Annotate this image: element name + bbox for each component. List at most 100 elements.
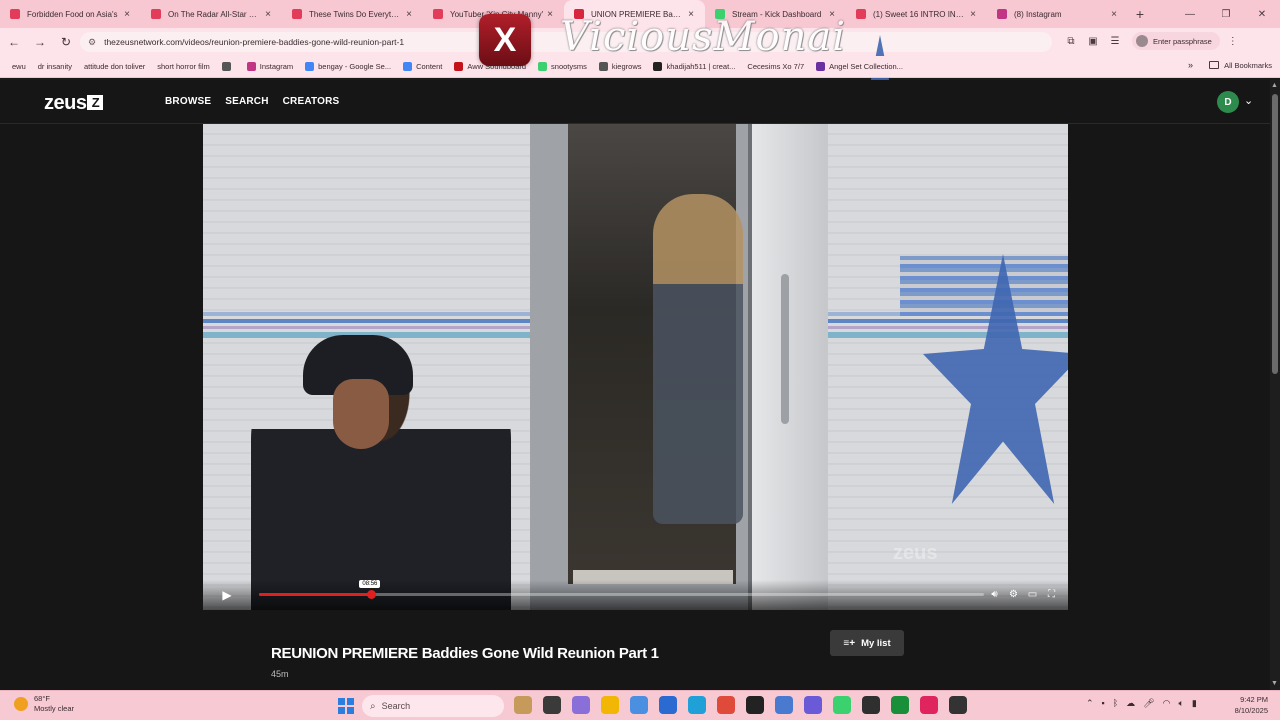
my-list-label: My list	[861, 637, 891, 649]
zeus-logo[interactable]: zeus Z	[44, 92, 104, 115]
taskbar-app-icon[interactable]	[833, 696, 851, 714]
bookmark-favicon-icon	[598, 62, 608, 71]
browser-tab[interactable]: On The Radar All-Star Cypher×	[141, 0, 282, 28]
bluetooth-icon[interactable]: ᛒ	[1113, 698, 1118, 709]
taskbar-app-icon[interactable]	[688, 696, 706, 714]
speaker-icon[interactable]: 🔈︎	[1178, 698, 1183, 709]
taskbar-app-icon[interactable]	[659, 696, 677, 714]
minimize-icon[interactable]: —	[1172, 0, 1208, 28]
taskbar-app-icon[interactable]	[572, 696, 590, 714]
bookmark-item[interactable]: Cecesims Xo 7/7	[741, 62, 810, 71]
taskbar-app-icon[interactable]	[514, 696, 532, 714]
bookmark-item[interactable]: dr insanity	[32, 62, 78, 71]
page-scrollbar[interactable]: ▲ ▼	[1270, 80, 1280, 690]
scroll-down-icon[interactable]: ▼	[1271, 680, 1278, 687]
scroll-thumb[interactable]	[1272, 94, 1278, 374]
taskbar-search[interactable]: ⌕ Search	[362, 695, 504, 717]
taskbar-clock[interactable]: 9:42 PM 8/10/2025	[1222, 694, 1268, 716]
bookmark-item[interactable]: bengay - Google Se...	[299, 62, 397, 71]
taskbar-app-icon[interactable]	[630, 696, 648, 714]
video-player[interactable]: zeus	[203, 124, 1068, 610]
bookmark-favicon-icon	[653, 62, 663, 71]
site-info-icon[interactable]: ⚙	[88, 37, 96, 48]
browser-tab[interactable]: Forbidden Food on Asia's ×	[0, 0, 141, 28]
bookmark-item[interactable]: attitude don toliver	[78, 62, 151, 71]
bookmark-item[interactable]: Content	[397, 62, 448, 71]
settings-icon[interactable]: ⚙	[1007, 586, 1020, 602]
weather-widget[interactable]: 68°F Mostly clear	[14, 694, 74, 714]
tab-favicon-icon	[151, 9, 161, 19]
bookmark-item[interactable]	[216, 62, 241, 71]
scroll-up-icon[interactable]: ▲	[1271, 82, 1278, 89]
tab-close-icon[interactable]: ×	[121, 9, 133, 20]
browser-tab[interactable]: (8) Instagram ×	[987, 0, 1128, 28]
taskbar-app-icon[interactable]	[746, 696, 764, 714]
bookmark-item[interactable]: ewu	[6, 62, 32, 71]
tab-close-icon[interactable]: ×	[544, 9, 556, 20]
progress-bar[interactable]: 08:56	[259, 580, 984, 599]
bookmark-favicon-icon	[246, 62, 256, 71]
taskbar-app-icon[interactable]	[601, 696, 619, 714]
browser-tab[interactable]: These Twins Do Everything ×	[282, 0, 423, 28]
bookmark-label: snootysms	[551, 62, 587, 71]
nvidia-icon[interactable]: ▪	[1102, 698, 1105, 709]
bookmark-item[interactable]: khadijah511 | creat...	[647, 62, 741, 71]
url-text: thezeusnetwork.com/videos/reunion-premie…	[104, 37, 405, 47]
tab-close-icon[interactable]: ×	[967, 9, 979, 20]
browser-tab[interactable]: (1) Sweet 16 INTRO INVITE ×	[846, 0, 987, 28]
avatar[interactable]: D	[1217, 91, 1239, 113]
fullscreen-icon[interactable]: ⛶	[1045, 586, 1058, 602]
close-window-icon[interactable]: ✕	[1244, 0, 1280, 28]
bookmark-item[interactable]: kiegrows	[593, 62, 648, 71]
time-tooltip: 08:56	[359, 580, 381, 588]
taskbar-app-icon[interactable]	[804, 696, 822, 714]
chevron-down-icon[interactable]: ⌄	[1244, 94, 1253, 107]
bookmark-item[interactable]: Angel Set Collection...	[810, 62, 909, 71]
progress-knob[interactable]	[367, 590, 377, 599]
taskbar-app-icon[interactable]	[543, 696, 561, 714]
forward-icon[interactable]: →	[28, 30, 52, 54]
cloud-icon[interactable]: ☁	[1126, 698, 1135, 709]
tab-favicon-icon	[292, 9, 302, 19]
taskbar-app-icon[interactable]	[775, 696, 793, 714]
reading-list-icon[interactable]: ☰	[1106, 32, 1124, 50]
restore-icon[interactable]: ❐	[1208, 0, 1244, 28]
back-icon[interactable]: ←	[2, 30, 26, 54]
tab-close-icon[interactable]: ×	[262, 9, 274, 20]
bookmark-item[interactable]: snootysms	[532, 62, 593, 71]
bookmark-label: attitude don toliver	[83, 62, 146, 71]
windows-start-icon[interactable]	[338, 698, 354, 714]
taskbar-app-icon[interactable]	[920, 696, 938, 714]
volume-icon[interactable]: 🔊︎	[988, 586, 1001, 602]
progress-fill	[259, 593, 372, 596]
wifi-icon[interactable]: ◠	[1163, 698, 1171, 709]
battery-icon[interactable]: ▮	[1192, 698, 1197, 709]
bookmark-item[interactable]: short horror film	[151, 62, 216, 71]
nav-creators[interactable]: CREATORS	[283, 96, 340, 107]
tab-close-icon[interactable]: ×	[403, 9, 415, 20]
bookmark-item[interactable]: Instagram	[241, 62, 299, 71]
extensions-icon[interactable]: ⧉	[1062, 32, 1080, 50]
taskbar-app-icon[interactable]	[949, 696, 967, 714]
play-icon[interactable]: ▶	[218, 586, 236, 604]
taskbar-app-icon[interactable]	[862, 696, 880, 714]
menu-icon[interactable]: ⋮	[1224, 32, 1242, 50]
passphrase-button[interactable]: Enter passphrase	[1132, 32, 1220, 50]
tray-chevron-icon[interactable]: ⌃	[1086, 698, 1094, 709]
taskbar-app-icon[interactable]	[717, 696, 735, 714]
all-bookmarks-button[interactable]: All Bookmarks	[1224, 61, 1272, 70]
more-bookmarks-icon[interactable]: »	[1188, 60, 1193, 70]
main-nav: BROWSE SEARCH CREATORS	[165, 96, 339, 107]
window-controls: — ❐ ✕	[1172, 0, 1280, 28]
nav-browse[interactable]: BROWSE	[165, 96, 211, 107]
tab-close-icon[interactable]: ×	[1108, 9, 1120, 20]
new-tab-button[interactable]: +	[1128, 0, 1152, 28]
taskbar-app-icon[interactable]	[891, 696, 909, 714]
picture-in-picture-icon[interactable]: ▭	[1026, 586, 1039, 602]
mic-icon[interactable]: 🎤︎	[1143, 698, 1154, 709]
weather-icon	[14, 697, 28, 711]
my-list-button[interactable]: ≡+ My list	[830, 630, 904, 656]
reload-icon[interactable]: ↻	[54, 30, 78, 54]
tab-search-icon[interactable]: ▣	[1084, 32, 1102, 50]
nav-search[interactable]: SEARCH	[225, 96, 268, 107]
